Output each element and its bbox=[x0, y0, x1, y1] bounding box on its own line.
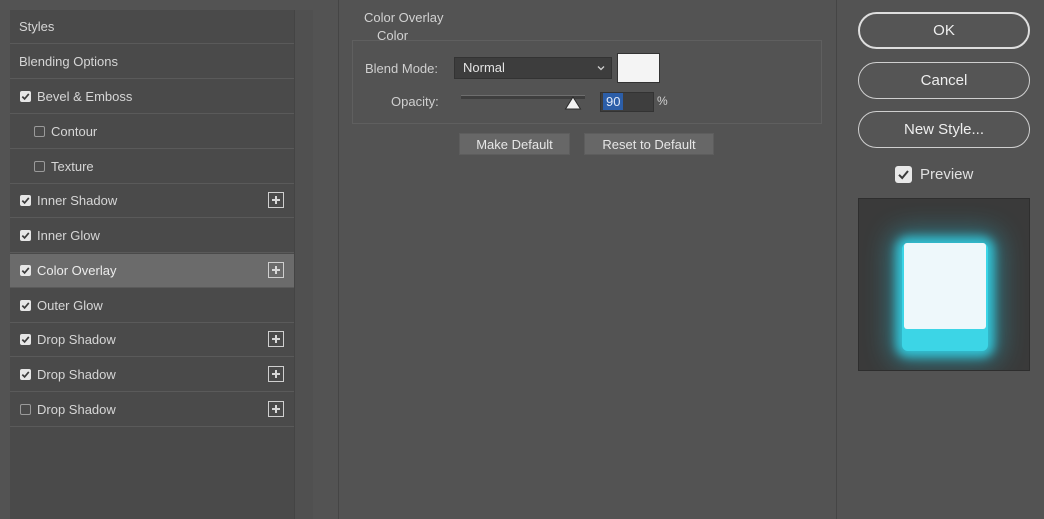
reset-to-default-button[interactable]: Reset to Default bbox=[584, 133, 714, 155]
style-preview-thumbnail bbox=[858, 198, 1030, 371]
preview-label: Preview bbox=[920, 166, 974, 183]
style-item[interactable]: Inner Glow bbox=[10, 219, 294, 253]
style-item-label: Outer Glow bbox=[37, 297, 103, 313]
blending-options-item[interactable]: Blending Options bbox=[10, 45, 294, 79]
style-item-label: Inner Shadow bbox=[37, 193, 118, 209]
blend-mode-label: Blend Mode: bbox=[365, 61, 438, 76]
style-item[interactable]: Texture bbox=[10, 150, 294, 184]
checkbox-checked[interactable] bbox=[20, 195, 31, 207]
opacity-label: Opacity: bbox=[391, 94, 439, 109]
checkmark-icon bbox=[21, 197, 30, 205]
checkbox-checked[interactable] bbox=[20, 299, 31, 311]
style-item-label: Drop Shadow bbox=[37, 401, 116, 417]
style-item-label: Color Overlay bbox=[37, 262, 117, 278]
checkbox-checked[interactable] bbox=[20, 264, 31, 276]
add-effect-plus-icon[interactable] bbox=[268, 192, 284, 209]
new-style-button[interactable]: New Style... bbox=[858, 111, 1030, 148]
panel-divider-right bbox=[836, 0, 837, 519]
add-effect-plus-icon[interactable] bbox=[268, 331, 284, 348]
styles-list-panel: Styles Blending Options Bevel & Emboss Co… bbox=[10, 10, 294, 519]
checkmark-icon bbox=[21, 93, 30, 101]
checkbox-unchecked[interactable] bbox=[20, 403, 31, 415]
blend-mode-value: Normal bbox=[463, 60, 505, 75]
style-item-label: Inner Glow bbox=[37, 228, 100, 243]
style-item[interactable]: Contour bbox=[10, 115, 294, 149]
style-item-label: Bevel & Emboss bbox=[37, 89, 133, 104]
styles-header[interactable]: Styles bbox=[10, 10, 294, 44]
style-item[interactable]: Outer Glow bbox=[10, 289, 294, 323]
ok-button[interactable]: OK bbox=[858, 12, 1030, 49]
panel-divider bbox=[338, 0, 339, 519]
style-item-label: Drop Shadow bbox=[37, 332, 116, 348]
checkmark-icon bbox=[898, 170, 909, 180]
style-item[interactable]: Inner Shadow bbox=[10, 184, 294, 219]
add-effect-plus-icon[interactable] bbox=[268, 261, 284, 278]
checkmark-icon bbox=[21, 267, 30, 274]
checkmark-icon bbox=[21, 371, 30, 379]
style-item[interactable]: Drop Shadow bbox=[10, 393, 294, 427]
style-item-label: Texture bbox=[51, 158, 94, 174]
checkmark-icon bbox=[21, 301, 30, 309]
styles-list-scrollbar[interactable] bbox=[294, 10, 313, 519]
checkbox-checked[interactable] bbox=[20, 334, 31, 346]
preview-cube-face bbox=[904, 243, 986, 329]
preview-checkbox[interactable] bbox=[895, 166, 912, 183]
opacity-input[interactable]: 90 bbox=[600, 92, 654, 112]
opacity-slider-thumb[interactable] bbox=[564, 96, 582, 110]
chevron-down-icon bbox=[597, 66, 605, 71]
style-item-label: Contour bbox=[51, 123, 98, 139]
checkmark-icon bbox=[21, 232, 30, 240]
checkmark-icon bbox=[21, 336, 30, 344]
checkbox-checked[interactable] bbox=[20, 230, 31, 241]
preview-cube bbox=[902, 243, 988, 351]
add-effect-plus-icon[interactable] bbox=[268, 366, 284, 382]
style-item[interactable]: Bevel & Emboss bbox=[10, 80, 294, 114]
checkbox-checked[interactable] bbox=[20, 369, 31, 380]
overlay-color-swatch[interactable] bbox=[617, 53, 660, 83]
checkbox-unchecked[interactable] bbox=[34, 160, 45, 172]
cancel-button[interactable]: Cancel bbox=[858, 62, 1030, 99]
preview-toggle[interactable]: Preview bbox=[895, 166, 973, 183]
checkbox-checked[interactable] bbox=[20, 91, 31, 102]
blending-options-label: Blending Options bbox=[19, 54, 119, 69]
blend-mode-select[interactable]: Normal bbox=[454, 57, 612, 79]
section-title: Color Overlay bbox=[364, 10, 444, 25]
add-effect-plus-icon[interactable] bbox=[268, 400, 284, 417]
style-item[interactable]: Color Overlay bbox=[10, 253, 294, 288]
style-item[interactable]: Drop Shadow bbox=[10, 323, 294, 358]
style-item-label: Drop Shadow bbox=[37, 367, 116, 382]
style-item[interactable]: Drop Shadow bbox=[10, 358, 294, 392]
opacity-unit: % bbox=[657, 94, 668, 108]
color-group-box bbox=[352, 40, 822, 124]
opacity-value: 90 bbox=[603, 93, 624, 110]
styles-label: Styles bbox=[19, 19, 55, 34]
checkbox-unchecked[interactable] bbox=[34, 125, 45, 137]
make-default-button[interactable]: Make Default bbox=[459, 133, 570, 155]
